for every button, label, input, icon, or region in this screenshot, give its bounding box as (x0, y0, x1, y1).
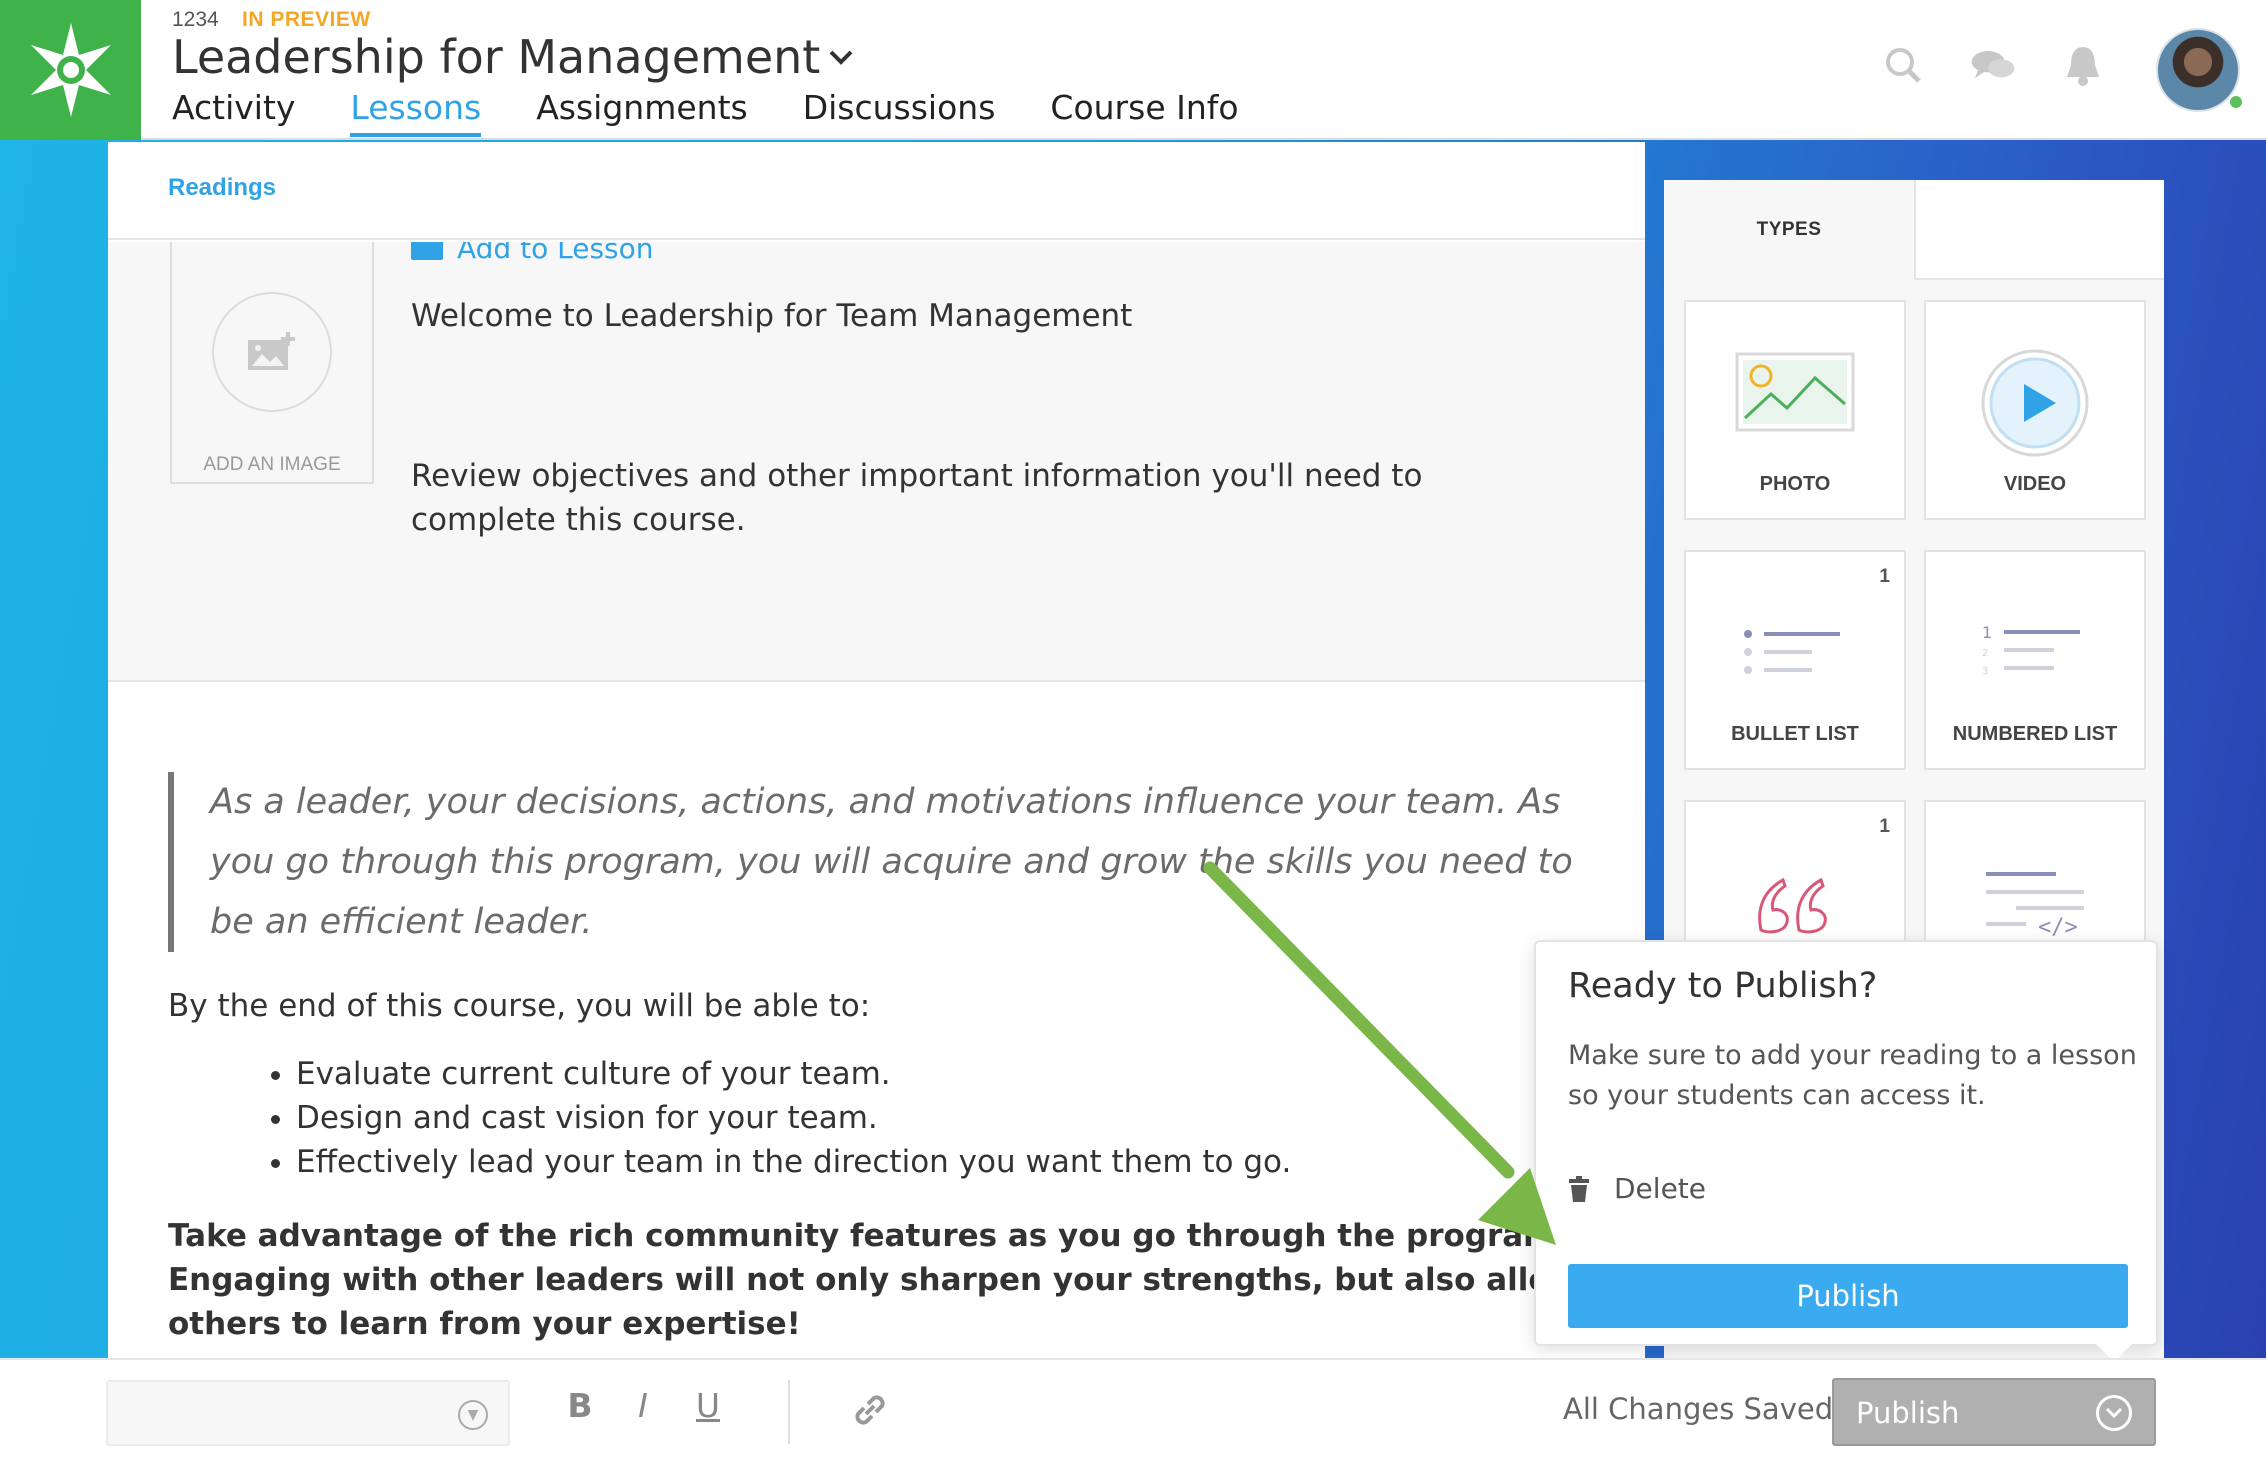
add-image-label: ADD AN IMAGE (203, 454, 341, 475)
reading-body[interactable]: As a leader, your decisions, actions, an… (168, 772, 1648, 1346)
add-to-lesson-link[interactable]: Add to Lesson (411, 242, 654, 265)
svg-text:</>: </> (2038, 915, 2078, 938)
editor-toolbar: ▼ B I U All Changes Saved Publish (0, 1358, 2266, 1460)
breadcrumb-readings-link[interactable]: Readings (168, 174, 276, 201)
types-tabs: TYPES (1664, 180, 2164, 280)
list-item: Evaluate current culture of your team. (296, 1052, 1648, 1096)
preview-status-badge: IN PREVIEW (242, 8, 371, 31)
type-label: BULLET LIST (1731, 723, 1859, 745)
course-id: 1234 (172, 8, 219, 31)
reading-description[interactable]: Review objectives and other important in… (411, 454, 1541, 542)
app-logo[interactable] (0, 0, 141, 140)
tab-secondary[interactable] (1914, 180, 2164, 280)
type-tile-video[interactable]: VIDEO (1924, 300, 2146, 520)
logo-icon (30, 23, 111, 117)
delete-label: Delete (1614, 1172, 1706, 1205)
tab-discussions[interactable]: Discussions (803, 88, 996, 137)
top-header: 1234 IN PREVIEW Leadership for Managemen… (0, 0, 2266, 140)
publish-split-button[interactable]: Publish (1832, 1378, 2156, 1446)
underline-button[interactable]: U (688, 1386, 728, 1425)
chevron-down-icon (829, 50, 853, 65)
video-play-icon (1926, 348, 2144, 458)
bell-icon[interactable] (2060, 42, 2106, 88)
svg-text:2: 2 (1982, 648, 1988, 659)
italic-button[interactable]: I (623, 1386, 663, 1425)
publish-label: Publish (1856, 1396, 1960, 1430)
usage-count: 1 (1879, 816, 1890, 837)
photo-icon (1686, 352, 1904, 432)
objectives-lead: By the end of this course, you will be a… (168, 988, 871, 1024)
delete-button[interactable]: Delete (1568, 1172, 1706, 1205)
tab-activity[interactable]: Activity (172, 88, 295, 137)
type-tile-numbered-list[interactable]: 1 2 3 NUMBERED LIST (1924, 550, 2146, 770)
add-to-lesson-label: Add to Lesson (457, 242, 654, 265)
course-nav: Activity Lessons Assignments Discussions… (172, 88, 1294, 137)
add-image-icon (212, 292, 332, 412)
header-actions (1880, 42, 2106, 88)
reading-editor: Readings ADD AN IMAGE Add to Lesson Welc… (108, 142, 1645, 1360)
toolbar-divider (788, 1380, 790, 1444)
tab-course-info[interactable]: Course Info (1050, 88, 1238, 137)
numbered-list-icon: 1 2 3 (1926, 624, 2144, 680)
cta-paragraph: Take advantage of the rich community fea… (168, 1218, 1579, 1342)
search-icon[interactable] (1880, 42, 1926, 88)
bold-button[interactable]: B (560, 1386, 600, 1425)
popover-message: Make sure to add your reading to a lesso… (1568, 1040, 2137, 1111)
usage-count: 1 (1879, 566, 1890, 587)
objectives-list: Evaluate current culture of your team. D… (168, 1052, 1648, 1184)
reading-intro-card: ADD AN IMAGE Add to Lesson Welcome to Le… (108, 242, 1645, 682)
svg-text:1: 1 (1982, 624, 1992, 642)
breadcrumb: Readings (108, 142, 1645, 240)
save-status: All Changes Saved (1563, 1392, 1834, 1426)
tab-types[interactable]: TYPES (1664, 180, 1914, 280)
chevron-down-icon[interactable] (2096, 1395, 2132, 1431)
chevron-down-icon: ▼ (458, 1400, 488, 1430)
publish-popover: Ready to Publish? Make sure to add your … (1534, 940, 2158, 1346)
text-style-dropdown[interactable]: ▼ (106, 1380, 510, 1446)
link-icon[interactable] (850, 1390, 890, 1434)
online-status-dot (2228, 94, 2244, 110)
add-image-slot[interactable]: ADD AN IMAGE (170, 242, 374, 484)
popover-title: Ready to Publish? (1568, 966, 1878, 1006)
blockquote: As a leader, your decisions, actions, an… (168, 772, 1588, 952)
course-title-dropdown[interactable]: Leadership for Management (172, 30, 854, 84)
quote-icon (1686, 872, 1904, 936)
folder-icon (411, 242, 443, 260)
trash-icon (1569, 1175, 1589, 1202)
course-title: Leadership for Management (172, 30, 821, 84)
popover-publish-button[interactable]: Publish (1568, 1264, 2128, 1328)
tab-assignments[interactable]: Assignments (536, 88, 748, 137)
type-label: VIDEO (2003, 473, 2067, 495)
type-tile-photo[interactable]: PHOTO (1684, 300, 1906, 520)
svg-text:3: 3 (1982, 666, 1988, 677)
list-item: Design and cast vision for your team. (296, 1096, 1648, 1140)
tab-lessons[interactable]: Lessons (350, 88, 482, 137)
bullet-list-icon (1686, 628, 1904, 678)
type-label: NUMBERED LIST (1952, 723, 2118, 745)
type-label: PHOTO (1759, 473, 1831, 495)
type-tile-bullet-list[interactable]: 1 BULLET LIST (1684, 550, 1906, 770)
reading-title[interactable]: Welcome to Leadership for Team Managemen… (411, 298, 1132, 334)
list-item: Effectively lead your team in the direct… (296, 1140, 1648, 1184)
chat-icon[interactable] (1970, 42, 2016, 88)
embed-code-icon: </> (1926, 868, 2144, 938)
